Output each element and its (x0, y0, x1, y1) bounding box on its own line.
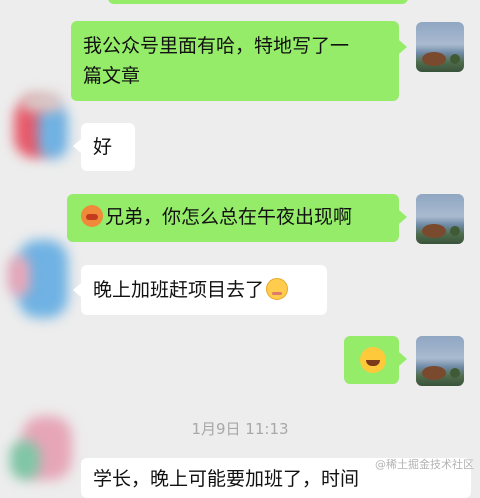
outgoing-message-1[interactable]: 我公众号里面有哈，特地写了一 篇文章 (71, 21, 399, 101)
avatar-scenery (450, 368, 460, 378)
contact-avatar[interactable] (8, 410, 80, 480)
bubble-tail (399, 40, 407, 54)
partial-message-text: 学长，晚上可能要加班了，时间 (93, 468, 360, 490)
contact-avatar[interactable] (8, 92, 80, 172)
message-2-text: 好 (93, 136, 113, 158)
avatar-scenery (422, 366, 446, 380)
shy-smile-icon (266, 278, 289, 300)
message-3-text: 兄弟，你怎么总在午夜出现啊 (105, 206, 353, 228)
avatar-scenery (422, 52, 446, 66)
bubble-tail (399, 210, 407, 224)
bubble-tail (399, 352, 407, 366)
my-avatar[interactable] (416, 22, 464, 72)
hot-face-icon (81, 205, 103, 227)
incoming-message-1[interactable]: 好 (81, 123, 135, 171)
my-avatar[interactable] (416, 336, 464, 386)
avatar-scenery (450, 226, 460, 236)
avatar-scenery (422, 224, 446, 238)
avatar-scenery (450, 54, 460, 64)
bubble-tail (73, 139, 81, 153)
partial-outgoing-bubble-top[interactable] (108, 0, 408, 4)
message-1-line-2: 篇文章 (83, 65, 141, 87)
outgoing-message-3[interactable] (344, 336, 399, 384)
outgoing-message-2[interactable]: 兄弟，你怎么总在午夜出现啊 (67, 194, 399, 242)
message-1-line-1: 我公众号里面有哈，特地写了一 (83, 35, 350, 57)
watermark: @稀土掘金技术社区 (375, 458, 474, 471)
my-avatar[interactable] (416, 194, 464, 244)
incoming-message-2[interactable]: 晚上加班赶项目去了 (81, 265, 327, 315)
contact-avatar[interactable] (8, 236, 80, 326)
message-4-text: 晚上加班赶项目去了 (93, 279, 265, 301)
tears-of-joy-icon (360, 347, 386, 373)
bubble-tail (73, 283, 81, 297)
